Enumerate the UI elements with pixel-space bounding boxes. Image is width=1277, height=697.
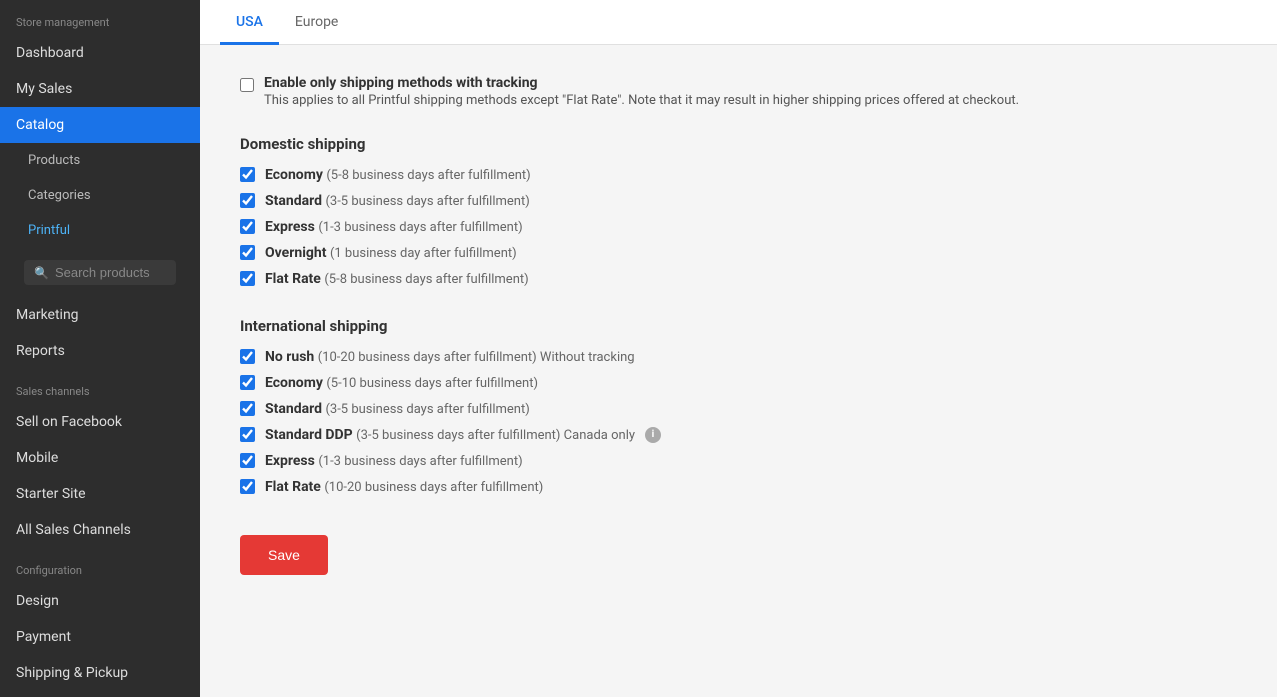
domestic-option-express: Express (1-3 business days after fulfill… <box>240 219 1060 235</box>
tabs-bar: USA Europe <box>200 0 1277 45</box>
domestic-option-standard: Standard (3-5 business days after fulfil… <box>240 193 1060 209</box>
domestic-shipping-title: Domestic shipping <box>240 135 1060 153</box>
tracking-desc: This applies to all Printful shipping me… <box>264 93 1019 108</box>
intl-standard-detail: (3-5 business days after fulfillment) <box>325 402 529 417</box>
configuration-label: Configuration <box>0 548 200 583</box>
tracking-label: Enable only shipping methods with tracki… <box>264 75 1019 91</box>
intl-option-standard: Standard (3-5 business days after fulfil… <box>240 401 1060 417</box>
sidebar-item-all-sales-channels[interactable]: All Sales Channels <box>0 512 200 548</box>
search-container: 🔍 <box>8 252 192 293</box>
intl-standard-name: Standard <box>265 401 322 417</box>
intl-flat-rate-checkbox[interactable] <box>240 479 255 494</box>
sidebar-item-reports[interactable]: Reports <box>0 333 200 369</box>
intl-express-name: Express <box>265 453 315 469</box>
intl-option-standard-ddp: Standard DDP (3-5 business days after fu… <box>240 427 1060 443</box>
tab-europe[interactable]: Europe <box>279 0 354 45</box>
sidebar-item-payment[interactable]: Payment <box>0 619 200 655</box>
sidebar-item-design[interactable]: Design <box>0 583 200 619</box>
domestic-option-economy: Economy (5-8 business days after fulfill… <box>240 167 1060 183</box>
sidebar-item-products[interactable]: Products <box>0 143 200 178</box>
content-area: Enable only shipping methods with tracki… <box>200 45 1100 605</box>
tab-usa[interactable]: USA <box>220 0 279 45</box>
search-icon: 🔍 <box>34 266 49 280</box>
intl-express-checkbox[interactable] <box>240 453 255 468</box>
tracking-checkbox[interactable] <box>240 78 254 92</box>
domestic-flatrate-name: Flat Rate <box>265 271 321 287</box>
domestic-economy-detail: (5-8 business days after fulfillment) <box>326 168 530 183</box>
sidebar-item-settings[interactable]: Settings <box>0 691 200 697</box>
intl-no-rush-name: No rush <box>265 349 314 365</box>
sidebar-item-dashboard[interactable]: Dashboard <box>0 35 200 71</box>
intl-no-rush-checkbox[interactable] <box>240 349 255 364</box>
intl-standard-ddp-detail: (3-5 business days after fulfillment) Ca… <box>356 428 635 443</box>
international-shipping-title: International shipping <box>240 317 1060 335</box>
intl-express-detail: (1-3 business days after fulfillment) <box>318 454 522 469</box>
domestic-option-overnight: Overnight (1 business day after fulfillm… <box>240 245 1060 261</box>
sidebar-item-starter-site[interactable]: Starter Site <box>0 476 200 512</box>
domestic-express-name: Express <box>265 219 315 235</box>
sidebar-item-marketing[interactable]: Marketing <box>0 297 200 333</box>
search-input[interactable] <box>55 265 166 280</box>
domestic-flatrate-detail: (5-8 business days after fulfillment) <box>324 272 528 287</box>
domestic-flatrate-checkbox[interactable] <box>240 271 255 286</box>
tracking-section: Enable only shipping methods with tracki… <box>240 75 1060 111</box>
domestic-economy-name: Economy <box>265 167 323 183</box>
domestic-express-detail: (1-3 business days after fulfillment) <box>318 220 522 235</box>
intl-option-no-rush: No rush (10-20 business days after fulfi… <box>240 349 1060 365</box>
main-content: USA Europe Enable only shipping methods … <box>200 0 1277 697</box>
intl-economy-detail: (5-10 business days after fulfillment) <box>326 376 538 391</box>
store-management-label: Store management <box>0 0 200 35</box>
domestic-overnight-name: Overnight <box>265 245 326 261</box>
intl-no-rush-detail: (10-20 business days after fulfillment) … <box>318 350 635 365</box>
sales-channels-label: Sales channels <box>0 369 200 404</box>
sidebar-item-mobile[interactable]: Mobile <box>0 440 200 476</box>
intl-option-economy: Economy (5-10 business days after fulfil… <box>240 375 1060 391</box>
intl-option-flat-rate: Flat Rate (10-20 business days after ful… <box>240 479 1060 495</box>
domestic-standard-checkbox[interactable] <box>240 193 255 208</box>
intl-economy-name: Economy <box>265 375 323 391</box>
domestic-economy-checkbox[interactable] <box>240 167 255 182</box>
intl-flat-rate-name: Flat Rate <box>265 479 321 495</box>
intl-standard-ddp-name: Standard DDP <box>265 427 353 443</box>
sidebar-item-sell-facebook[interactable]: Sell on Facebook <box>0 404 200 440</box>
sidebar-item-catalog[interactable]: Catalog <box>0 107 200 143</box>
domestic-standard-name: Standard <box>265 193 322 209</box>
domestic-option-flat-rate: Flat Rate (5-8 business days after fulfi… <box>240 271 1060 287</box>
domestic-overnight-detail: (1 business day after fulfillment) <box>330 246 517 261</box>
standard-ddp-info-icon[interactable]: i <box>645 427 661 443</box>
domestic-standard-detail: (3-5 business days after fulfillment) <box>325 194 529 209</box>
domestic-shipping-section: Domestic shipping Economy (5-8 business … <box>240 135 1060 287</box>
sidebar-item-shipping-pickup[interactable]: Shipping & Pickup <box>0 655 200 691</box>
international-shipping-section: International shipping No rush (10-20 bu… <box>240 317 1060 495</box>
intl-option-express: Express (1-3 business days after fulfill… <box>240 453 1060 469</box>
save-button[interactable]: Save <box>240 535 328 575</box>
intl-flat-rate-detail: (10-20 business days after fulfillment) <box>324 480 543 495</box>
domestic-overnight-checkbox[interactable] <box>240 245 255 260</box>
sidebar-item-categories[interactable]: Categories <box>0 178 200 213</box>
intl-economy-checkbox[interactable] <box>240 375 255 390</box>
sidebar-item-my-sales[interactable]: My Sales <box>0 71 200 107</box>
intl-standard-checkbox[interactable] <box>240 401 255 416</box>
sidebar-item-printful[interactable]: Printful <box>0 213 200 248</box>
domestic-express-checkbox[interactable] <box>240 219 255 234</box>
sidebar: Store management Dashboard My Sales Cata… <box>0 0 200 697</box>
intl-standard-ddp-checkbox[interactable] <box>240 427 255 442</box>
